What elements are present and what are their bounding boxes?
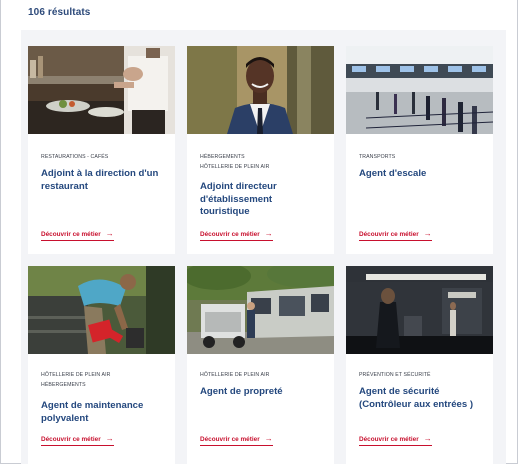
arrow-right-icon: → <box>105 434 114 443</box>
job-card-establishment-director[interactable]: HÉBERGEMENTS HÔTELLERIE DE PLEIN AIR Adj… <box>187 46 334 254</box>
discover-job-link[interactable]: Découvrir ce métier → <box>41 229 114 241</box>
discover-job-link[interactable]: Découvrir ce métier → <box>200 229 273 241</box>
card-title: Agent d'escale <box>359 168 427 179</box>
job-cards-grid: RESTAURATIONS - CAFÉS Adjoint à la direc… <box>21 30 506 464</box>
arrow-right-icon: → <box>423 434 432 443</box>
card-photo-maintenance-worker <box>28 266 175 354</box>
discover-job-link[interactable]: Découvrir ce métier → <box>200 434 273 446</box>
job-card-maintenance-agent[interactable]: HÔTELLERIE DE PLEIN AIR HÉBERGEMENTS Age… <box>28 266 175 464</box>
arrow-right-icon: → <box>105 229 114 238</box>
card-title: Agent de maintenance polyvalent <box>41 400 144 424</box>
card-photo-kitchen <box>28 46 175 134</box>
card-photo-security-entrance <box>346 266 493 354</box>
results-count: 106 résultats <box>28 7 91 18</box>
discover-job-link[interactable]: Découvrir ce métier → <box>359 229 432 241</box>
card-photo-campsite-cart <box>187 266 334 354</box>
job-card-restaurant-manager[interactable]: RESTAURATIONS - CAFÉS Adjoint à la direc… <box>28 46 175 254</box>
card-category: HÔTELLERIE DE PLEIN AIR HÉBERGEMENTS <box>41 372 111 388</box>
arrow-right-icon: → <box>264 434 273 443</box>
card-title: Agent de propreté <box>200 386 283 397</box>
card-photo-airport-hall <box>346 46 493 134</box>
card-category: HÉBERGEMENTS HÔTELLERIE DE PLEIN AIR <box>200 154 270 170</box>
results-panel: 106 résultats RESTAURATIONS - CAFÉS Adjo… <box>0 0 518 464</box>
card-category: RESTAURATIONS - CAFÉS <box>41 154 109 160</box>
discover-job-link[interactable]: Découvrir ce métier → <box>359 434 432 446</box>
discover-job-link[interactable]: Découvrir ce métier → <box>41 434 114 446</box>
card-category: HÔTELLERIE DE PLEIN AIR <box>200 372 270 378</box>
job-card-ground-agent[interactable]: TRANSPORTS Agent d'escale Découvrir ce m… <box>346 46 493 254</box>
arrow-right-icon: → <box>264 229 273 238</box>
arrow-right-icon: → <box>423 229 432 238</box>
card-title: Adjoint à la direction d'un restaurant <box>41 168 159 192</box>
job-card-cleaning-agent[interactable]: HÔTELLERIE DE PLEIN AIR Agent de propret… <box>187 266 334 464</box>
card-title: Agent de sécurité (Contrôleur aux entrée… <box>359 386 474 410</box>
card-category: PRÉVENTION ET SÉCURITÉ <box>359 372 431 378</box>
card-category: TRANSPORTS <box>359 154 396 160</box>
card-title: Adjoint directeur d'établissement touris… <box>200 181 277 218</box>
job-card-security-agent[interactable]: PRÉVENTION ET SÉCURITÉ Agent de sécurité… <box>346 266 493 464</box>
card-photo-businessman <box>187 46 334 134</box>
